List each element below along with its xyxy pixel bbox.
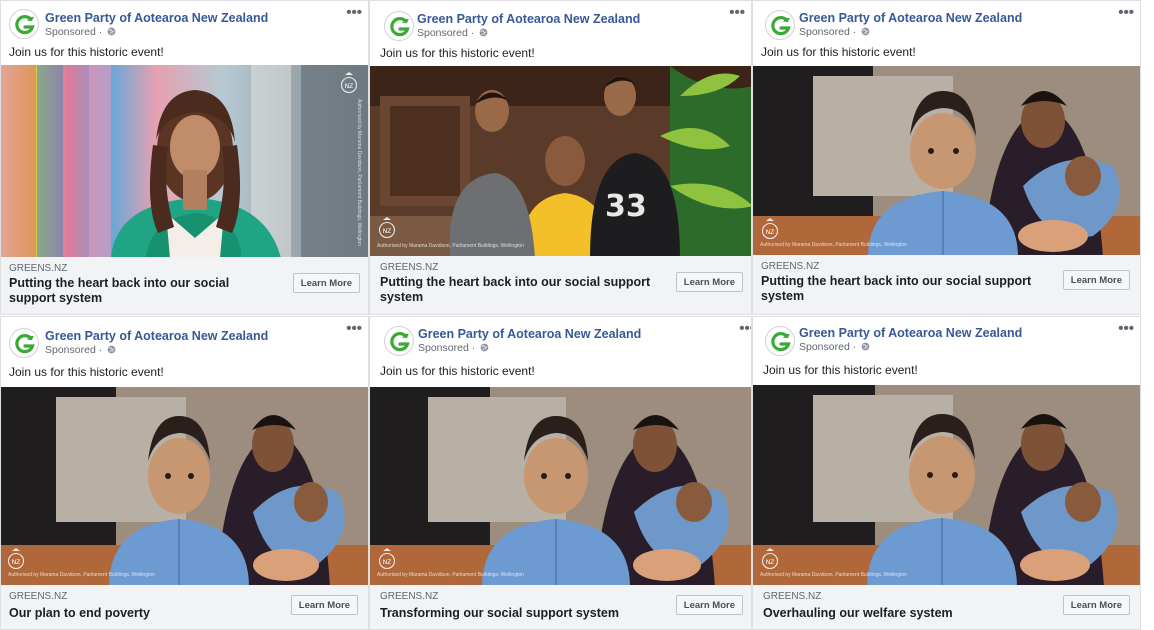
svg-text:NZ: NZ <box>766 559 775 566</box>
ad-link-footer[interactable]: GREENS.NZ Transforming our social suppor… <box>370 585 751 629</box>
ad-link-footer[interactable]: GREENS.NZ Our plan to end poverty Learn … <box>1 585 368 629</box>
authorisation-text: Authorised by Marama Davidson, Parliamen… <box>356 99 362 246</box>
more-options-icon[interactable]: ••• <box>346 4 362 21</box>
more-options-icon[interactable]: ••• <box>346 320 362 337</box>
ad-primary-text: Join us for this historic event! <box>9 365 164 379</box>
svg-text:NZ: NZ <box>766 229 775 236</box>
ad-card: Green Party of Aotearoa New Zealand Spon… <box>0 0 369 315</box>
ad-card: Green Party of Aotearoa New Zealand Spon… <box>752 0 1141 315</box>
ad-card: Green Party of Aotearoa New Zealand Spon… <box>369 0 752 315</box>
woman-portrait-photo[interactable]: Authorised by Marama Davidson, Parliamen… <box>1 65 368 258</box>
green-party-logo-icon[interactable] <box>384 326 414 356</box>
ad-headline[interactable]: Putting the heart back into our social s… <box>761 274 1046 304</box>
green-party-logo-icon[interactable] <box>765 10 795 40</box>
svg-text:NZ: NZ <box>383 559 392 566</box>
toddler-and-family-photo[interactable]: NZ Authorised by Marama Davidson, Parlia… <box>370 387 751 587</box>
globe-icon <box>107 345 116 354</box>
ad-primary-text: Join us for this historic event! <box>761 45 916 59</box>
page-name-link[interactable]: Green Party of Aotearoa New Zealand <box>799 11 1022 25</box>
nz-crest-icon: NZ <box>378 548 396 570</box>
svg-text:33: 33 <box>605 189 647 224</box>
svg-text:NZ: NZ <box>383 228 392 235</box>
ad-link-footer[interactable]: GREENS.NZ Putting the heart back into ou… <box>753 255 1140 314</box>
ad-link-footer[interactable]: GREENS.NZ Overhauling our welfare system… <box>753 585 1140 629</box>
green-party-logo-icon[interactable] <box>765 326 795 356</box>
learn-more-button[interactable]: Learn More <box>1062 270 1130 290</box>
ad-primary-text: Join us for this historic event! <box>9 45 164 59</box>
page-name-link[interactable]: Green Party of Aotearoa New Zealand <box>418 327 641 341</box>
svg-text:NZ: NZ <box>345 83 354 90</box>
ad-domain: GREENS.NZ <box>9 591 68 602</box>
ad-card: Green Party of Aotearoa New Zealand Spon… <box>369 316 752 630</box>
svg-text:NZ: NZ <box>12 559 21 566</box>
ad-header: Green Party of Aotearoa New Zealand Spon… <box>370 1 751 65</box>
ad-domain: GREENS.NZ <box>763 591 822 602</box>
toddler-and-family-photo[interactable]: NZ Authorised by Marama Davidson, Parlia… <box>1 387 368 587</box>
sponsored-label: Sponsored · <box>799 26 870 38</box>
ad-domain: GREENS.NZ <box>380 262 439 273</box>
ad-header: Green Party of Aotearoa New Zealand Spon… <box>753 317 1140 381</box>
ad-header: Green Party of Aotearoa New Zealand Spon… <box>1 317 368 381</box>
father-and-sons-photo[interactable]: 33 NZ Authorised by Marama Davidson, Par… <box>370 66 751 258</box>
ad-header: Green Party of Aotearoa New Zealand Spon… <box>753 1 1140 65</box>
learn-more-button[interactable]: Learn More <box>675 595 743 615</box>
ad-headline[interactable]: Our plan to end poverty <box>9 606 277 621</box>
toddler-and-family-photo[interactable]: NZ Authorised by Marama Davidson, Parlia… <box>753 385 1140 587</box>
more-options-icon[interactable]: ••• <box>729 4 745 21</box>
globe-icon <box>480 343 489 352</box>
learn-more-button[interactable]: Learn More <box>290 595 358 615</box>
ad-domain: GREENS.NZ <box>761 261 820 272</box>
sponsored-label: Sponsored · <box>45 344 116 356</box>
page-name-link[interactable]: Green Party of Aotearoa New Zealand <box>45 329 268 343</box>
ad-header: Green Party of Aotearoa New Zealand Spon… <box>370 317 751 381</box>
authorisation-text: Authorised by Marama Davidson, Parliamen… <box>377 243 524 249</box>
nz-crest-icon: NZ <box>761 548 779 570</box>
green-party-logo-icon[interactable] <box>9 9 39 39</box>
ad-card: Green Party of Aotearoa New Zealand Spon… <box>752 316 1141 630</box>
nz-crest-icon: NZ <box>340 72 358 94</box>
ad-headline[interactable]: Putting the heart back into our social s… <box>9 276 277 306</box>
ad-headline[interactable]: Overhauling our welfare system <box>763 606 1053 621</box>
ad-primary-text: Join us for this historic event! <box>763 363 918 377</box>
sponsored-label: Sponsored · <box>799 341 870 353</box>
learn-more-button[interactable]: Learn More <box>292 273 360 293</box>
authorisation-text: Authorised by Marama Davidson, Parliamen… <box>760 572 907 578</box>
page-name-link[interactable]: Green Party of Aotearoa New Zealand <box>417 12 640 26</box>
ad-primary-text: Join us for this historic event! <box>380 46 535 60</box>
ad-card: Green Party of Aotearoa New Zealand Spon… <box>0 316 369 630</box>
sponsored-label: Sponsored · <box>417 27 488 39</box>
page-name-link[interactable]: Green Party of Aotearoa New Zealand <box>799 326 1022 340</box>
sponsored-label: Sponsored · <box>45 26 116 38</box>
ad-header: Green Party of Aotearoa New Zealand Spon… <box>1 1 368 65</box>
ad-headline[interactable]: Transforming our social support system <box>380 606 670 621</box>
ad-primary-text: Join us for this historic event! <box>380 364 535 378</box>
ad-link-footer[interactable]: GREENS.NZ Putting the heart back into ou… <box>1 257 368 314</box>
ad-domain: GREENS.NZ <box>9 263 68 274</box>
nz-crest-icon: NZ <box>378 217 396 239</box>
green-party-logo-icon[interactable] <box>384 11 414 41</box>
authorisation-text: Authorised by Marama Davidson, Parliamen… <box>760 242 907 248</box>
toddler-and-family-photo[interactable]: NZ Authorised by Marama Davidson, Parlia… <box>753 66 1140 257</box>
learn-more-button[interactable]: Learn More <box>1062 595 1130 615</box>
page-name-link[interactable]: Green Party of Aotearoa New Zealand <box>45 11 268 25</box>
ad-domain: GREENS.NZ <box>380 591 439 602</box>
ad-headline[interactable]: Putting the heart back into our social s… <box>380 275 660 305</box>
nz-crest-icon: NZ <box>7 548 25 570</box>
authorisation-text: Authorised by Marama Davidson, Parliamen… <box>377 572 524 578</box>
nz-crest-icon: NZ <box>761 218 779 240</box>
more-options-icon[interactable]: ••• <box>739 320 751 337</box>
green-party-logo-icon[interactable] <box>9 328 39 358</box>
more-options-icon[interactable]: ••• <box>1118 4 1134 21</box>
sponsored-label: Sponsored · <box>418 342 489 354</box>
globe-icon <box>479 28 488 37</box>
more-options-icon[interactable]: ••• <box>1118 320 1134 337</box>
globe-icon <box>861 342 870 351</box>
globe-icon <box>107 27 116 36</box>
learn-more-button[interactable]: Learn More <box>675 272 743 292</box>
globe-icon <box>861 27 870 36</box>
ad-link-footer[interactable]: GREENS.NZ Putting the heart back into ou… <box>370 256 751 314</box>
authorisation-text: Authorised by Marama Davidson, Parliamen… <box>8 572 155 578</box>
